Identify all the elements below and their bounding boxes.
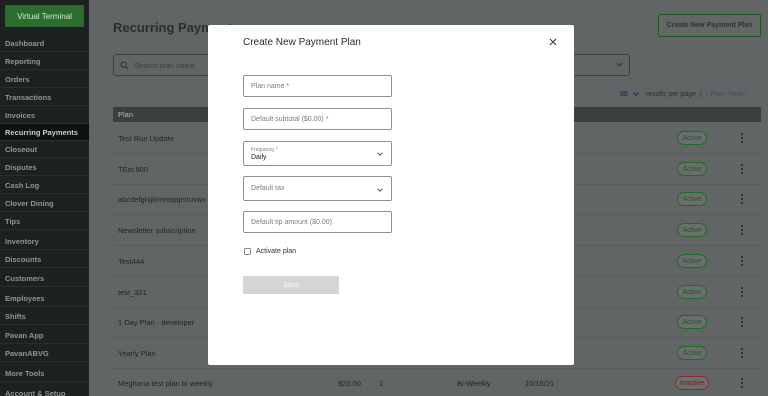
sidebar-item-invoices[interactable]: Invoices [0, 107, 89, 124]
divider: | [700, 90, 702, 98]
sidebar-item-transactions[interactable]: Transactions [0, 89, 89, 106]
plan-name: Test444 [118, 257, 145, 266]
per-page-select[interactable]: 50 [620, 91, 628, 98]
plan-amount: $20.00 [338, 379, 361, 388]
frequency-select[interactable]: Frequency * Daily [243, 141, 392, 166]
activate-plan-label: Activate plan [256, 248, 297, 255]
plan-name: Meghana test plan bi weekly [118, 379, 213, 388]
more-options-icon[interactable] [740, 286, 744, 298]
sidebar-item-recurring-payments[interactable]: Recurring Payments [0, 124, 89, 141]
sidebar-item-more-tools[interactable]: More Tools [0, 365, 89, 382]
sidebar-item-cash-log[interactable]: Cash Log [0, 177, 89, 194]
sidebar-item-reporting[interactable]: Reporting [0, 53, 89, 70]
sidebar-item-shifts[interactable]: Shifts [0, 308, 89, 325]
activate-plan-checkbox[interactable] [244, 248, 251, 255]
sidebar-item-employees[interactable]: Employees [0, 290, 89, 307]
chevron-down-icon [377, 188, 383, 192]
status-badge: Active [677, 131, 707, 145]
sidebar: Virtual Terminal Dashboard Reporting Ord… [0, 0, 89, 396]
virtual-terminal-button[interactable]: Virtual Terminal [5, 5, 84, 27]
default-subtotal-field[interactable]: Default subtotal ($0.00) * [243, 108, 392, 130]
chevron-down-icon[interactable] [632, 90, 640, 98]
default-tip-field[interactable]: Default tip amount ($0.00) [243, 211, 392, 233]
chevron-down-icon[interactable] [615, 60, 624, 69]
default-tip-placeholder: Default tip amount ($0.00) [251, 218, 332, 226]
create-plan-modal: Create New Payment Plan Plan name * Defa… [208, 25, 574, 365]
sidebar-item-clover-dining[interactable]: Clover Dining [0, 195, 89, 212]
close-icon[interactable] [548, 37, 558, 47]
more-options-icon[interactable] [740, 193, 744, 205]
status-badge: Active [677, 162, 707, 176]
sidebar-item-account-setup[interactable]: Account & Setup [0, 385, 89, 396]
more-options-icon[interactable] [740, 224, 744, 236]
more-options-icon[interactable] [740, 377, 744, 389]
default-tax-placeholder: Default tax [251, 185, 285, 192]
frequency-value: Daily [251, 153, 267, 161]
pagination: 50 results per page | ‹ Prev Next › [620, 90, 747, 98]
sidebar-item-pavan-app[interactable]: Pavan App [0, 327, 89, 344]
chevron-down-icon [377, 152, 383, 156]
plan-name: abcdefghijklmnopqrstuvwx [118, 195, 206, 204]
plan-name-field[interactable]: Plan name * [243, 75, 392, 97]
more-options-icon[interactable] [740, 132, 744, 144]
sidebar-item-discounts[interactable]: Discounts [0, 251, 89, 268]
plan-name: 1 Day Plan - developer [118, 318, 195, 327]
status-badge: Active [677, 285, 707, 299]
sidebar-item-customers[interactable]: Customers [0, 270, 89, 287]
search-icon [120, 60, 129, 69]
column-header-plan[interactable]: Plan [118, 110, 133, 119]
plan-name: test_321 [118, 288, 147, 297]
status-badge: Active [677, 192, 707, 206]
default-subtotal-placeholder: Default subtotal ($0.00) * [251, 115, 329, 123]
frequency-label: Frequency * [251, 146, 278, 153]
status-badge: Inactive [675, 376, 709, 390]
table-row[interactable]: Meghana test plan bi weekly $20.00 1 Bi-… [113, 368, 761, 396]
next-link[interactable]: Next › [729, 91, 748, 98]
status-badge: Active [677, 315, 707, 329]
sidebar-item-tips[interactable]: Tips [0, 213, 89, 230]
plan-name-placeholder: Plan name * [251, 82, 290, 90]
sidebar-item-inventory[interactable]: Inventory [0, 233, 89, 250]
more-options-icon[interactable] [740, 316, 744, 328]
create-payment-plan-button[interactable]: Create New Payment Plan [658, 14, 761, 37]
status-badge: Active [677, 346, 707, 360]
plan-frequency: Bi-Weekly [457, 379, 491, 388]
plan-name: TEst 500 [118, 165, 149, 174]
plan-name: Newsletter subscription [118, 226, 196, 235]
activate-plan-row: Activate plan [244, 248, 296, 255]
more-options-icon[interactable] [740, 347, 744, 359]
plan-name: Yearly Plan [118, 349, 156, 358]
plan-date: 10/16/21 [525, 379, 555, 388]
status-badge: Active [677, 223, 707, 237]
per-page-label: results per page [645, 90, 696, 98]
sidebar-item-disputes[interactable]: Disputes [0, 159, 89, 176]
sidebar-item-orders[interactable]: Orders [0, 71, 89, 88]
more-options-icon[interactable] [740, 255, 744, 267]
status-badge: Active [677, 254, 707, 268]
save-button[interactable]: Save [243, 276, 339, 294]
prev-link[interactable]: ‹ Prev [706, 91, 725, 98]
plan-count: 1 [379, 379, 384, 388]
sidebar-item-closeout[interactable]: Closeout [0, 141, 89, 158]
more-options-icon[interactable] [740, 163, 744, 175]
search-placeholder: Search plan name [134, 60, 195, 70]
sidebar-item-dashboard[interactable]: Dashboard [0, 35, 89, 52]
sidebar-item-pavanabvg[interactable]: PavanABVG [0, 345, 89, 362]
default-tax-select[interactable]: Default tax [243, 176, 392, 201]
modal-title: Create New Payment Plan [243, 37, 361, 48]
plan-name: Test Run Update [118, 134, 174, 143]
